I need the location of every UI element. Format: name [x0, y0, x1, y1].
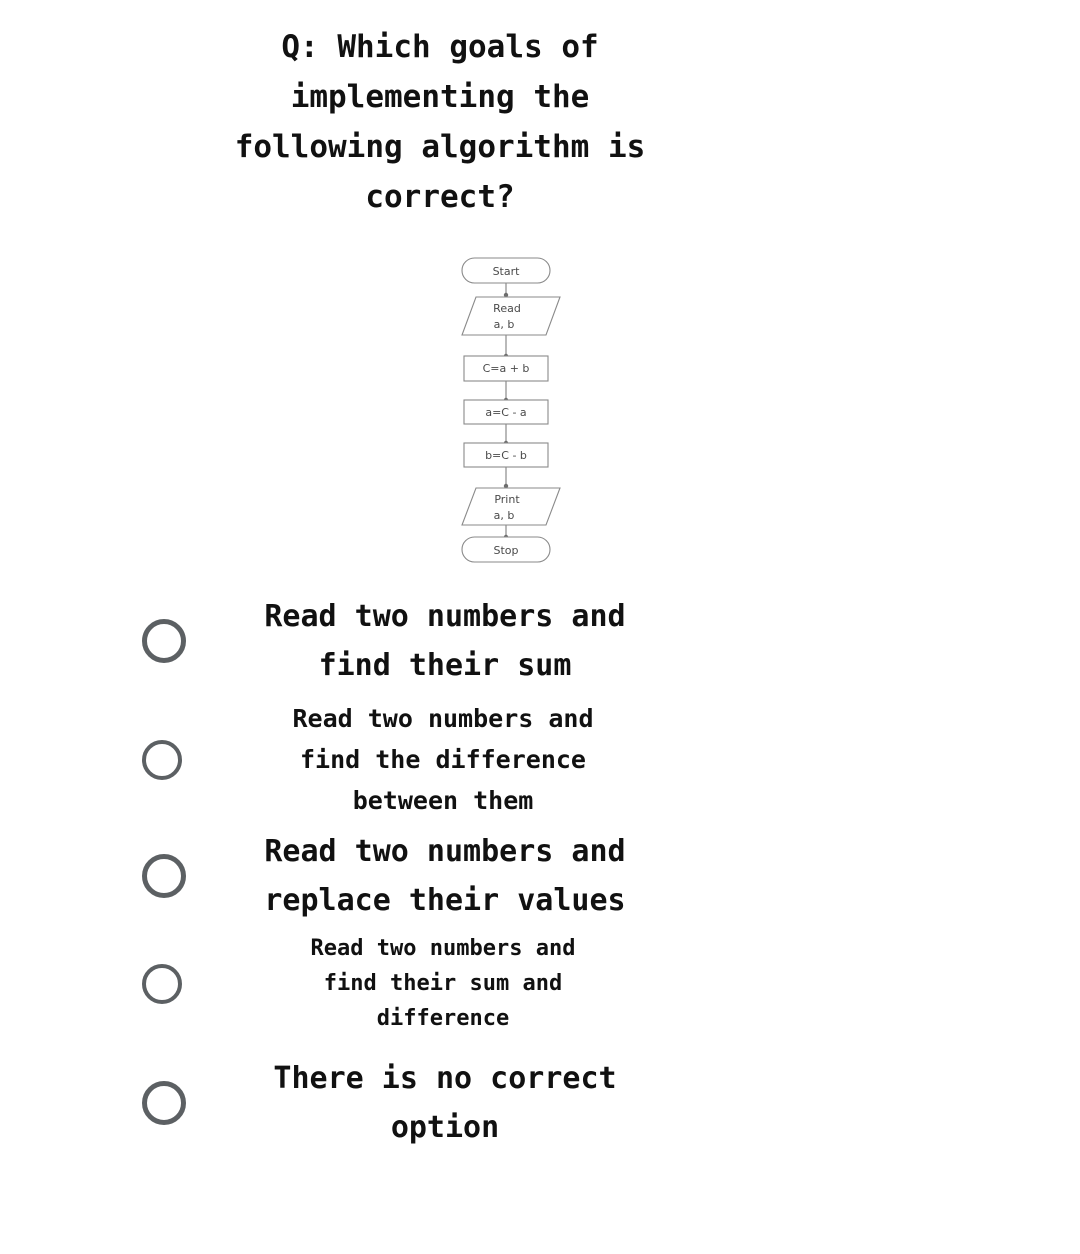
flowchart-connector-read-sum [503, 335, 509, 359]
flowchart-connector-setb-print [503, 467, 509, 489]
flowchart-connector-sum-seta [503, 381, 509, 403]
flowchart-label-start: Start [493, 265, 521, 278]
flowchart-label-print-line2: a, b [494, 509, 515, 522]
answer-option-3[interactable]: Read two numbers and replace their value… [0, 827, 700, 925]
answer-option-4-label: Read two numbers and find their sum and … [310, 936, 576, 1031]
answer-options-list: Read two numbers and find their sum Read… [0, 592, 1080, 1152]
answer-option-2[interactable]: Read two numbers and find the difference… [0, 698, 700, 821]
flowchart-label-read-line1: Read [493, 302, 521, 315]
radio-button-option-4[interactable] [142, 963, 182, 1004]
flowchart-node-read: Read a, b [461, 296, 561, 336]
radio-button-option-2[interactable] [142, 739, 182, 780]
flowchart-svg: Start Read a, b C=a + b a=C - a b=C - b … [461, 257, 561, 563]
algorithm-flowchart: Start Read a, b C=a + b a=C - a b=C - b … [0, 248, 1080, 568]
flowchart-label-seta: a=C - a [485, 406, 526, 419]
answer-option-4[interactable]: Read two numbers and find their sum and … [0, 931, 700, 1036]
flowchart-label-sum: C=a + b [483, 362, 530, 375]
radio-button-option-5[interactable] [142, 1081, 186, 1125]
radio-button-option-1[interactable] [142, 619, 186, 663]
question-prompt: Q: Which goals of implementing the follo… [234, 29, 646, 215]
answer-option-3-label: Read two numbers and replace their value… [264, 834, 626, 918]
flowchart-node-seta: a=C - a [463, 399, 549, 425]
answer-option-1-label: Read two numbers and find their sum [264, 599, 626, 683]
flowchart-node-stop: Stop [461, 536, 551, 563]
flowchart-label-read-line2: a, b [494, 318, 515, 331]
flowchart-connector-start-read [503, 283, 509, 298]
radio-button-option-3[interactable] [142, 854, 186, 898]
answer-option-1[interactable]: Read two numbers and find their sum [0, 592, 700, 690]
flowchart-node-setb: b=C - b [463, 442, 549, 468]
flowchart-label-stop: Stop [493, 544, 518, 557]
flowchart-node-print: Print a, b [461, 487, 561, 526]
answer-option-2-label: Read two numbers and find the difference… [292, 704, 594, 815]
answer-option-5[interactable]: There is no correct option [0, 1054, 700, 1152]
flowchart-connector-seta-setb [503, 424, 509, 446]
answer-option-5-label: There is no correct option [273, 1061, 617, 1145]
flowchart-node-sum: C=a + b [463, 355, 549, 382]
flowchart-node-start: Start [461, 257, 551, 284]
flowchart-label-setb: b=C - b [485, 449, 527, 462]
flowchart-label-print-line1: Print [494, 493, 520, 506]
